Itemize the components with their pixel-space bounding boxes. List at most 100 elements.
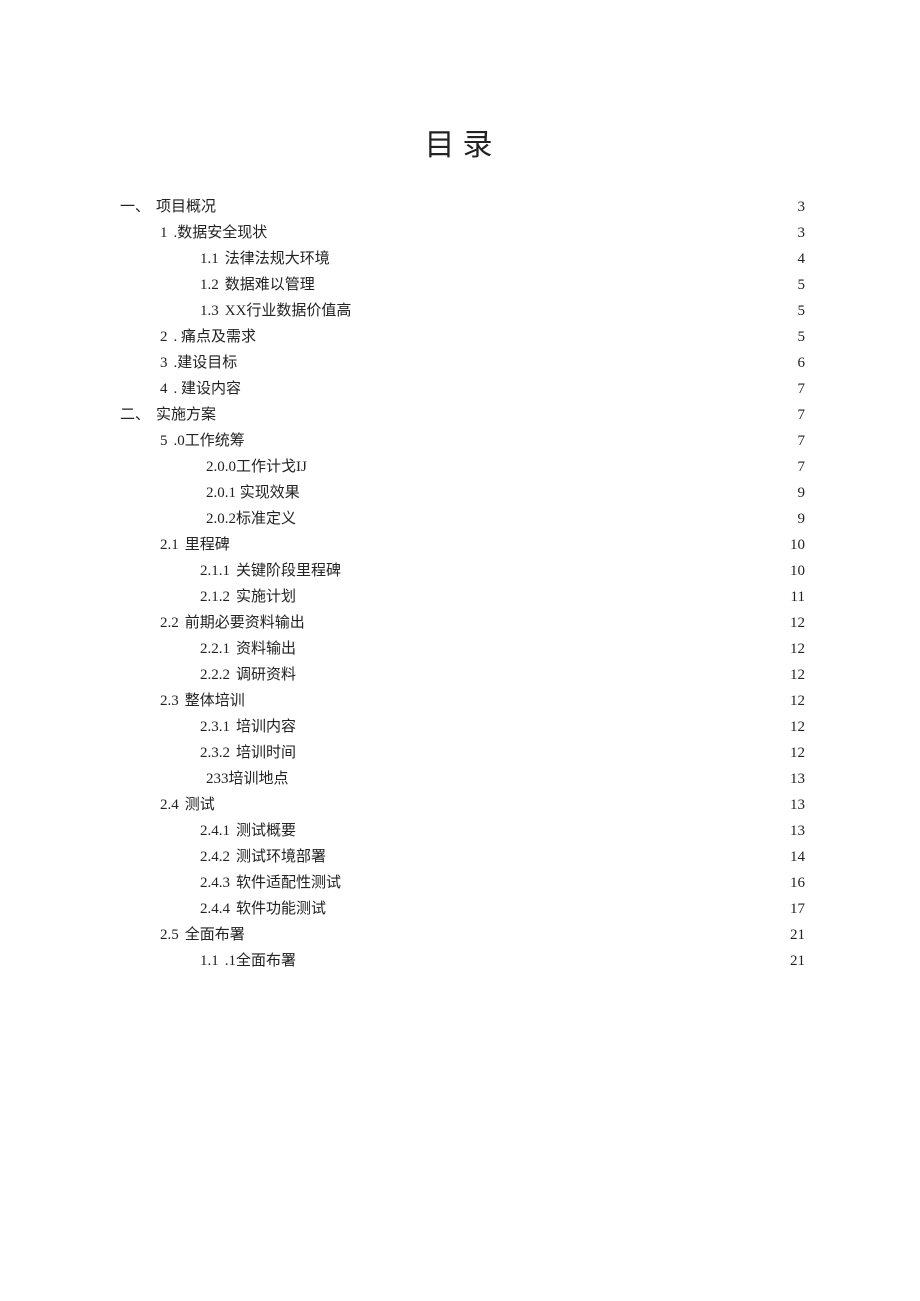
toc-entry-prefix: 5	[160, 428, 174, 454]
toc-entry-page: 12	[779, 636, 805, 662]
toc-entry-prefix: 2.2.2	[200, 662, 236, 688]
toc-entry-label: 前期必要资料输出	[185, 610, 305, 636]
toc-entry-prefix: 2.4.2	[200, 844, 236, 870]
toc-entry-prefix: 2	[160, 324, 174, 350]
toc-entry-label: . 建设内容	[174, 376, 242, 402]
toc-entry-page: 6	[779, 350, 805, 376]
toc-entry-label: 培训时间	[236, 740, 296, 766]
toc-entry-label: .1全面布署	[225, 948, 296, 974]
toc-entry-prefix: 1	[160, 220, 174, 246]
toc-entry-label: 培训内容	[236, 714, 296, 740]
toc-entry-label: 里程碑	[185, 532, 230, 558]
toc-entry-page: 21	[779, 948, 805, 974]
toc-entry-page: 21	[779, 922, 805, 948]
toc-entry-prefix: 一、	[120, 194, 156, 220]
toc-entry-page: 12	[779, 688, 805, 714]
toc-entry-prefix: 1.1	[200, 246, 225, 272]
toc-entry-page: 9	[779, 480, 805, 506]
toc-entry-page: 11	[779, 584, 805, 610]
toc-entry[interactable]: 2.4.3软件适配性测试 16	[120, 870, 805, 896]
toc-title: 目录	[120, 120, 805, 164]
toc-entry[interactable]: 2.3整体培训 12	[120, 688, 805, 714]
toc-entry-label: 2.0.1 实现效果	[206, 480, 300, 506]
toc-list: 一、项目概况31.数据安全现状31.1法律法规大环境41.2数据难以管理51.3…	[120, 194, 805, 974]
toc-entry-prefix: 2.1.2	[200, 584, 236, 610]
toc-entry[interactable]: 233培训地点 13	[120, 766, 805, 792]
toc-entry-label: 2.0.2标准定义	[206, 506, 296, 532]
toc-entry-prefix: 二、	[120, 402, 156, 428]
toc-entry-page: 13	[779, 792, 805, 818]
toc-entry-page: 7	[779, 454, 805, 480]
toc-entry-label: 整体培训	[185, 688, 245, 714]
toc-entry-page: 9	[779, 506, 805, 532]
toc-entry-page: 12	[779, 662, 805, 688]
toc-entry-prefix: 2.1.1	[200, 558, 236, 584]
toc-entry[interactable]: 2.4.1测试概要13	[120, 818, 805, 844]
toc-entry[interactable]: 1.数据安全现状 3	[120, 220, 805, 246]
toc-entry[interactable]: 4. 建设内容7	[120, 376, 805, 402]
toc-entry-prefix: 2.3	[160, 688, 185, 714]
toc-entry-prefix: 2.4	[160, 792, 185, 818]
toc-entry[interactable]: 2.4.4软件功能测试17	[120, 896, 805, 922]
toc-entry-page: 7	[779, 428, 805, 454]
toc-entry[interactable]: 3.建设目标 6	[120, 350, 805, 376]
toc-entry[interactable]: 2.1里程碑 10	[120, 532, 805, 558]
toc-entry[interactable]: 一、项目概况3	[120, 194, 805, 220]
document-page: 目录 一、项目概况31.数据安全现状31.1法律法规大环境41.2数据难以管理5…	[0, 0, 920, 1034]
toc-entry-page: 3	[779, 194, 805, 220]
toc-entry-label: 233培训地点	[206, 766, 289, 792]
toc-entry-prefix: 2.4.1	[200, 818, 236, 844]
toc-entry[interactable]: 2.2.2调研资料12	[120, 662, 805, 688]
toc-entry-label: 2.0.0工作计戈IJ	[206, 454, 307, 480]
toc-entry-page: 14	[779, 844, 805, 870]
toc-entry[interactable]: 1.2数据难以管理5	[120, 272, 805, 298]
toc-entry-page: 5	[779, 324, 805, 350]
toc-entry[interactable]: 1.1法律法规大环境4	[120, 246, 805, 272]
toc-entry-page: 7	[779, 376, 805, 402]
toc-entry[interactable]: 2.1.2实施计划 11	[120, 584, 805, 610]
toc-entry[interactable]: 2.5全面布署 21	[120, 922, 805, 948]
toc-entry-page: 3	[779, 220, 805, 246]
toc-entry-label: 测试	[185, 792, 215, 818]
toc-entry[interactable]: 2.2.1资料输出12	[120, 636, 805, 662]
toc-entry-page: 5	[779, 298, 805, 324]
toc-entry-prefix: 2.5	[160, 922, 185, 948]
toc-entry-prefix: 1.3	[200, 298, 225, 324]
toc-entry-label: . 痛点及需求	[174, 324, 257, 350]
toc-entry-prefix: 2.4.4	[200, 896, 236, 922]
toc-entry-prefix: 2.2.1	[200, 636, 236, 662]
toc-entry[interactable]: 2.0.2标准定义 9	[120, 506, 805, 532]
toc-entry[interactable]: 1.1.1全面布署 21	[120, 948, 805, 974]
toc-entry[interactable]: 2.0.1 实现效果 9	[120, 480, 805, 506]
toc-entry[interactable]: 2.0.0工作计戈IJ 7	[120, 454, 805, 480]
toc-entry-page: 5	[779, 272, 805, 298]
toc-entry-prefix: 2.4.3	[200, 870, 236, 896]
toc-entry-page: 12	[779, 714, 805, 740]
toc-entry-page: 13	[779, 818, 805, 844]
toc-entry-label: .数据安全现状	[174, 220, 268, 246]
toc-entry[interactable]: 1.3XX行业数据价值高5	[120, 298, 805, 324]
toc-entry[interactable]: 2. 痛点及需求 5	[120, 324, 805, 350]
toc-entry[interactable]: 2.4测试 13	[120, 792, 805, 818]
toc-entry[interactable]: 2.1.1关键阶段里程碑10	[120, 558, 805, 584]
toc-entry[interactable]: 2.3.1培训内容12	[120, 714, 805, 740]
toc-entry-label: 法律法规大环境	[225, 246, 330, 272]
toc-entry[interactable]: 二、实施方案7	[120, 402, 805, 428]
toc-entry-label: 全面布署	[185, 922, 245, 948]
toc-entry[interactable]: 2.4.2测试环境部署14	[120, 844, 805, 870]
toc-entry-label: 实施计划	[236, 584, 296, 610]
toc-entry-label: 数据难以管理	[225, 272, 315, 298]
toc-entry-prefix: 1.1	[200, 948, 225, 974]
toc-entry[interactable]: 5.0工作统筹 7	[120, 428, 805, 454]
toc-entry[interactable]: 2.3.2培训时间12	[120, 740, 805, 766]
toc-entry-label: .建设目标	[174, 350, 238, 376]
toc-entry-prefix: 3	[160, 350, 174, 376]
toc-entry-page: 10	[779, 532, 805, 558]
toc-entry-page: 7	[779, 402, 805, 428]
toc-entry-page: 16	[779, 870, 805, 896]
toc-entry-label: .0工作统筹	[174, 428, 245, 454]
toc-entry-page: 13	[779, 766, 805, 792]
toc-entry-prefix: 2.1	[160, 532, 185, 558]
toc-entry[interactable]: 2.2前期必要资料输出12	[120, 610, 805, 636]
toc-entry-label: 软件适配性测试	[236, 870, 341, 896]
